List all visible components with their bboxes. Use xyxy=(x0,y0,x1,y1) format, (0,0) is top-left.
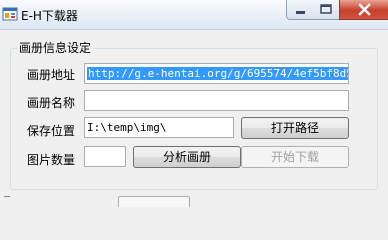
partial-separator xyxy=(4,196,10,202)
open-path-button[interactable]: 打开路径 xyxy=(241,117,349,139)
window-title: E-H下载器 xyxy=(21,9,78,23)
maximize-button[interactable] xyxy=(313,0,340,20)
close-icon xyxy=(358,3,371,16)
image-count-input[interactable] xyxy=(84,146,126,167)
image-count-label: 图片数量 xyxy=(27,153,76,167)
app-window-icon[interactable] xyxy=(2,6,18,22)
url-input[interactable]: http://g.e-hentai.org/g/695574/4ef5bf8d5… xyxy=(84,63,349,84)
title-bar: E-H下载器 xyxy=(0,0,388,30)
url-input-value: http://g.e-hentai.org/g/695574/4ef5bf8d5… xyxy=(87,67,348,80)
close-button[interactable] xyxy=(339,0,388,20)
group-title: 画册信息设定 xyxy=(17,39,94,56)
name-label: 画册名称 xyxy=(27,96,76,110)
minimize-icon xyxy=(296,11,305,14)
url-label: 画册地址 xyxy=(27,68,76,82)
name-input[interactable] xyxy=(84,90,349,111)
minimize-button[interactable] xyxy=(286,0,315,20)
save-path-input[interactable]: I:\temp\img\ xyxy=(84,117,234,138)
start-download-button[interactable]: 开始下载 xyxy=(241,146,349,168)
analyze-album-button[interactable]: 分析画册 xyxy=(133,146,241,168)
maximize-icon xyxy=(320,4,332,14)
partial-control xyxy=(118,196,190,207)
path-label: 保存位置 xyxy=(27,124,76,138)
